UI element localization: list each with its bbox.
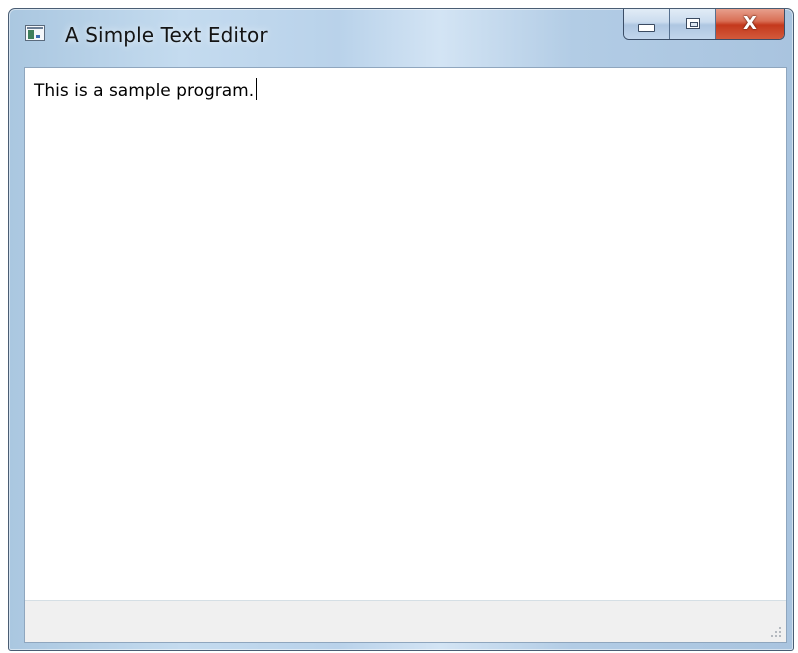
application-window-icon[interactable]: [25, 25, 45, 41]
minimize-icon: [638, 23, 655, 32]
status-bar: [25, 600, 786, 642]
close-button[interactable]: X: [716, 9, 784, 39]
maximize-button[interactable]: [670, 9, 716, 39]
text-caret: [256, 78, 258, 100]
maximize-icon: [685, 18, 700, 29]
minimize-button[interactable]: [624, 9, 670, 39]
window-title: A Simple Text Editor: [65, 23, 268, 47]
editor-text: This is a sample program.: [34, 81, 255, 101]
client-area: This is a sample program.: [24, 67, 787, 643]
title-bar[interactable]: A Simple Text Editor X: [9, 9, 793, 65]
close-icon: X: [743, 12, 757, 34]
size-grip-icon[interactable]: [770, 626, 782, 638]
caption-buttons: X: [623, 9, 785, 40]
app-window: A Simple Text Editor X This is a sample …: [8, 8, 794, 651]
text-editor-area[interactable]: This is a sample program.: [25, 68, 786, 600]
